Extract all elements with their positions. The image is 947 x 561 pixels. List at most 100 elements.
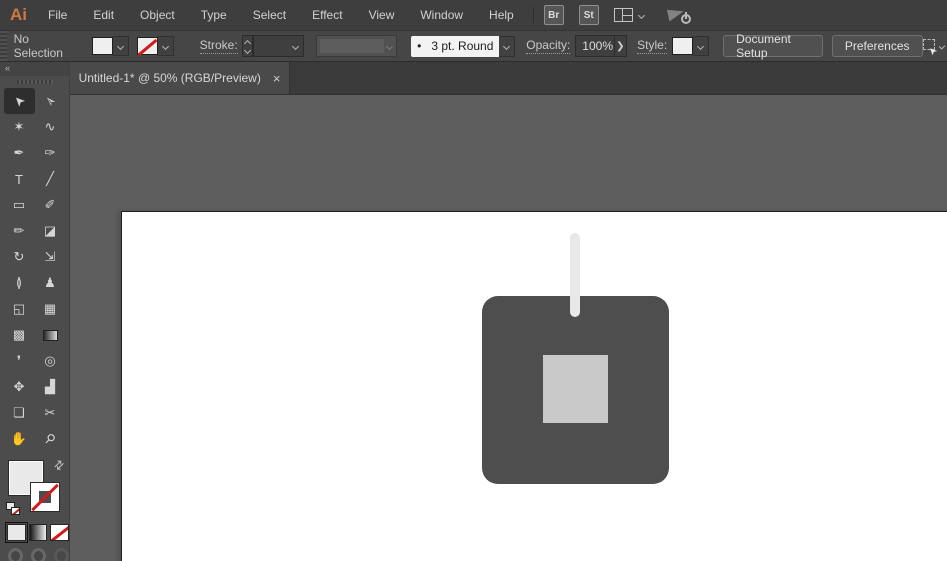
illustrator-window: Ai File Edit Object Type Select Effect V… [0, 0, 947, 561]
pen-tool[interactable]: ✒ [4, 140, 35, 166]
fill-color-dropdown[interactable] [91, 36, 129, 56]
width-profile-dropdown-disabled [316, 35, 398, 57]
shaper-tool[interactable]: ✏ [4, 218, 35, 244]
opacity-input[interactable]: 100% [575, 35, 615, 57]
document-tab-title: Untitled-1* @ 50% (RGB/Preview) [78, 71, 261, 85]
symbol-sprayer-tool[interactable]: ✥ [4, 374, 35, 400]
draw-behind-icon[interactable] [31, 548, 46, 561]
fill-swatch[interactable] [91, 37, 113, 55]
zoom-tool[interactable]: ⚲ [35, 426, 66, 452]
menu-effect[interactable]: Effect [299, 0, 355, 30]
preferences-button[interactable]: Preferences [831, 35, 923, 57]
blend-tool[interactable]: ◎ [35, 348, 66, 374]
draw-inside-icon[interactable] [54, 548, 69, 561]
control-bar: No Selection Stroke: • 3 pt. Round Opaci… [0, 30, 947, 62]
menu-type[interactable]: Type [188, 0, 240, 30]
paint-style-row [0, 522, 70, 543]
brush-chevron-down-icon[interactable] [499, 35, 516, 57]
gradient-button[interactable] [28, 524, 48, 541]
menu-object[interactable]: Object [127, 0, 188, 30]
direct-selection-tool[interactable]: ➢ [35, 88, 66, 114]
curvature-tool[interactable]: ✑ [35, 140, 66, 166]
opacity-arrow-button[interactable]: ❯ [614, 35, 628, 57]
type-tool[interactable]: T [4, 166, 35, 192]
mesh-tool[interactable]: ▩ [4, 322, 35, 348]
gradient-tool[interactable] [35, 322, 66, 348]
column-graph-tool[interactable]: ▟ [35, 374, 66, 400]
rectangle-tool[interactable]: ▭ [4, 192, 35, 218]
stock-button[interactable]: St [578, 5, 599, 25]
tools-panel-grip[interactable] [16, 80, 53, 84]
menu-file[interactable]: File [35, 0, 80, 30]
hand-tool[interactable]: ✋ [4, 426, 35, 452]
menu-help[interactable]: Help [476, 0, 527, 30]
eyedropper-tool[interactable]: ❜ [4, 348, 35, 374]
stroke-none-swatch[interactable] [136, 37, 158, 55]
opacity-panel-link[interactable]: Opacity: [526, 38, 571, 54]
style-chevron-down-icon[interactable] [693, 36, 710, 56]
rotate-tool[interactable]: ↻ [4, 244, 35, 270]
paintbrush-tool[interactable]: ✐ [35, 192, 66, 218]
brush-value[interactable]: • 3 pt. Round [411, 35, 500, 57]
magic-wand-tool[interactable]: ✶ [4, 114, 35, 140]
canvas-pasteboard[interactable] [70, 95, 947, 561]
perspective-grid-tool[interactable]: ▦ [35, 296, 66, 322]
line-segment-tool[interactable]: ╱ [35, 166, 66, 192]
puppet-warp-tool[interactable]: ♟ [35, 270, 66, 296]
menu-window[interactable]: Window [407, 0, 476, 30]
fill-chevron-down-icon[interactable] [112, 36, 129, 56]
none-button[interactable] [50, 524, 70, 541]
stroke-none-slash-icon [31, 483, 59, 512]
menu-select[interactable]: Select [240, 0, 299, 30]
color-button[interactable] [5, 522, 28, 543]
document-setup-button[interactable]: Document Setup [723, 32, 823, 60]
artwork-inner-square[interactable] [543, 355, 608, 423]
bridge-button[interactable]: Br [543, 5, 564, 25]
scale-tool[interactable]: ⇲ [35, 244, 66, 270]
select-similar-chevron-down-icon[interactable] [938, 42, 946, 50]
shape-builder-tool[interactable]: ◱ [4, 296, 35, 322]
workspace-chevron-down-icon[interactable] [637, 11, 645, 19]
slice-tool[interactable]: ✂ [35, 400, 66, 426]
style-dropdown[interactable] [672, 36, 710, 56]
lasso-tool[interactable]: ∿ [35, 114, 66, 140]
swap-fill-stroke-icon[interactable]: ⇄ [50, 456, 67, 473]
menu-edit[interactable]: Edit [80, 0, 127, 30]
select-similar-icon[interactable]: ➤ [922, 39, 940, 57]
artboard-tool[interactable]: ❏ [4, 400, 35, 426]
fill-stroke-cluster: ⇄ [0, 456, 69, 520]
tool-grid: ➤ ➢ ✶ ∿ ✒ ✑ T ╱ ▭ ✐ ✏ ◪ ↻ ⇲ ≬ ♟ ◱ ▦ ▩ ❜ [0, 88, 69, 452]
document-tab[interactable]: Untitled-1* @ 50% (RGB/Preview) × [70, 62, 290, 94]
brush-label: 3 pt. Round [431, 39, 494, 53]
control-bar-grip[interactable] [0, 31, 7, 61]
selection-tool[interactable]: ➤ [3, 88, 35, 114]
selection-status: No Selection [13, 32, 63, 60]
gpu-performance-icon[interactable] [666, 6, 694, 24]
tools-panel-collapse[interactable]: « [0, 62, 69, 76]
eraser-tool[interactable]: ◪ [35, 218, 66, 244]
draw-normal-icon[interactable] [8, 548, 23, 561]
stroke-weight-dropdown[interactable] [252, 35, 305, 57]
style-swatch[interactable] [672, 37, 694, 55]
default-fill-stroke-icon[interactable] [6, 502, 22, 516]
workspace-switcher-icon[interactable] [613, 8, 633, 22]
stroke-weight-chevron-down-icon[interactable] [287, 36, 303, 56]
drawing-modes-row [0, 548, 69, 561]
menu-view[interactable]: View [356, 0, 408, 30]
menu-items: File Edit Object Type Select Effect View… [35, 0, 527, 30]
document-tab-bar: Untitled-1* @ 50% (RGB/Preview) × [70, 62, 947, 95]
brush-definition-dropdown[interactable]: • 3 pt. Round [411, 35, 516, 57]
width-tool[interactable]: ≬ [4, 270, 35, 296]
menu-bar: Ai File Edit Object Type Select Effect V… [0, 0, 947, 30]
stroke-color-well[interactable] [30, 482, 60, 512]
stroke-color-dropdown[interactable] [136, 36, 174, 56]
artwork-stick[interactable] [570, 233, 580, 317]
stroke-panel-link[interactable]: Stroke: [199, 38, 238, 54]
style-panel-link[interactable]: Style: [637, 38, 668, 54]
tab-close-icon[interactable]: × [273, 72, 281, 85]
app-logo: Ai [10, 5, 27, 24]
stroke-chevron-down-icon[interactable] [157, 36, 174, 56]
tools-panel: « ➤ ➢ ✶ ∿ ✒ ✑ T ╱ ▭ ✐ ✏ ◪ ↻ ⇲ ≬ ♟ ◱ ▦ ▩ … [0, 62, 70, 561]
menubar-separator [532, 7, 534, 23]
stroke-weight-stepper[interactable] [241, 35, 253, 57]
